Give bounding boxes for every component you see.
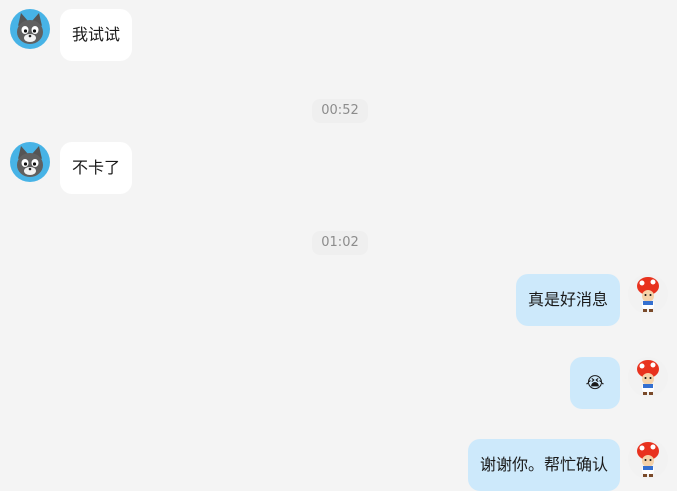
- cat-avatar[interactable]: [10, 142, 50, 182]
- message-bubble-outgoing[interactable]: 真是好消息: [515, 274, 620, 326]
- toad-avatar[interactable]: [628, 357, 668, 397]
- chat-window: 我试试 00:52 不卡了 01:02 真是好消息 😭 谢谢你。帮忙确认: [0, 0, 677, 491]
- cat-face-icon: [17, 13, 43, 44]
- cat-face-icon: [17, 146, 43, 177]
- toad-avatar[interactable]: [628, 439, 668, 479]
- message-timestamp: 00:52: [312, 99, 368, 123]
- message-timestamp: 01:02: [312, 231, 368, 255]
- message-bubble-incoming[interactable]: 不卡了: [60, 142, 133, 194]
- message-bubble-outgoing[interactable]: 谢谢你。帮忙确认: [467, 439, 620, 491]
- cat-avatar[interactable]: [10, 9, 50, 49]
- toad-character-icon: [637, 442, 659, 477]
- toad-character-icon: [637, 277, 659, 312]
- message-bubble-incoming[interactable]: 我试试: [60, 9, 133, 61]
- message-bubble-emoji[interactable]: 😭: [570, 357, 620, 409]
- toad-avatar[interactable]: [628, 274, 668, 314]
- toad-character-icon: [637, 360, 659, 395]
